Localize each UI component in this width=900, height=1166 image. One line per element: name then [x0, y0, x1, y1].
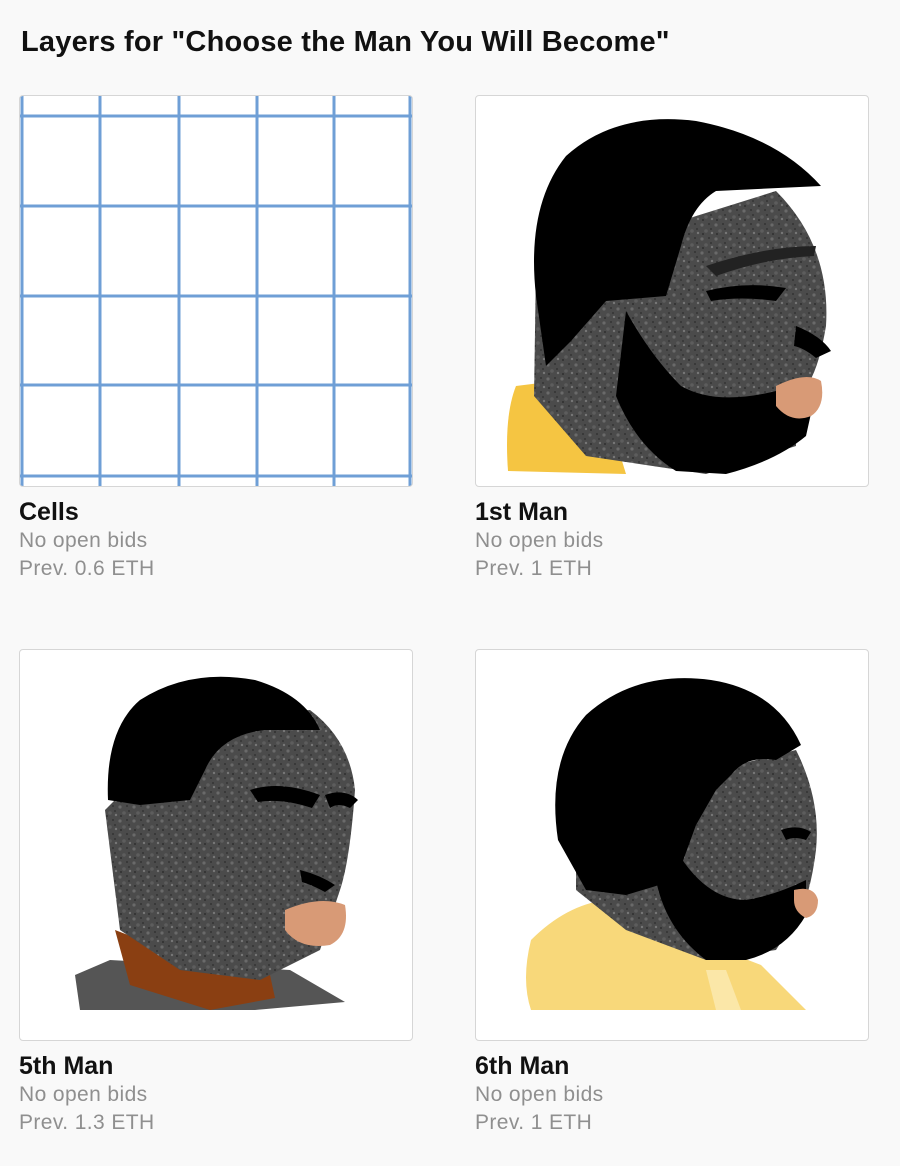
previous-price: Prev. 1.3 ETH — [19, 1111, 155, 1134]
layer-name[interactable]: 1st Man — [475, 497, 869, 527]
previous-price: Prev. 1 ETH — [475, 1111, 593, 1134]
layer-name[interactable]: 6th Man — [475, 1051, 869, 1081]
layer-card-cells[interactable]: Cells No open bids Prev. 0.6 ETH — [19, 95, 413, 583]
previous-price: Prev. 0.6 ETH — [19, 557, 155, 580]
man-portrait-yellow-hoodie — [526, 678, 818, 1010]
layer-name[interactable]: Cells — [19, 497, 413, 527]
layer-thumbnail[interactable] — [19, 649, 413, 1041]
bid-status: No open bids — [475, 529, 604, 552]
layer-card-5th-man[interactable]: 5th Man No open bids Prev. 1.3 ETH — [19, 649, 413, 1137]
bearded-man-portrait — [507, 119, 831, 474]
bid-status: No open bids — [475, 1083, 604, 1106]
layer-name[interactable]: 5th Man — [19, 1051, 413, 1081]
bid-status: No open bids — [19, 1083, 148, 1106]
page-title: Layers for "Choose the Man You Will Beco… — [21, 26, 670, 58]
layer-card-6th-man[interactable]: 6th Man No open bids Prev. 1 ETH — [475, 649, 869, 1137]
bid-status: No open bids — [19, 529, 148, 552]
grid-cells-art — [20, 96, 412, 486]
layer-thumbnail[interactable] — [19, 95, 413, 487]
previous-price: Prev. 1 ETH — [475, 557, 593, 580]
man-portrait-brown-scarf — [75, 676, 358, 1010]
layer-card-1st-man[interactable]: 1st Man No open bids Prev. 1 ETH — [475, 95, 869, 583]
layer-thumbnail[interactable] — [475, 649, 869, 1041]
layer-thumbnail[interactable] — [475, 95, 869, 487]
